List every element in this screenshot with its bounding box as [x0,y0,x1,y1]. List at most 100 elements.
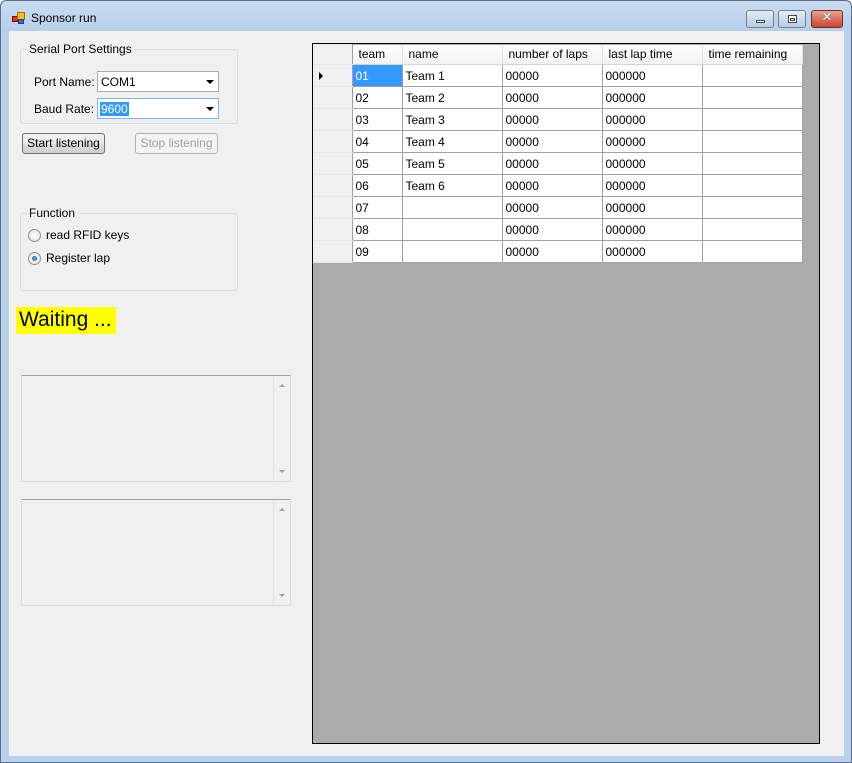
table-row[interactable]: 01 Team 1 00000 000000 [313,64,803,87]
row-header[interactable] [313,196,353,219]
scroll-down-icon[interactable] [279,470,285,473]
cell-last-lap-time[interactable]: 000000 [601,240,703,263]
row-header[interactable] [313,218,353,241]
register-lap-radio[interactable] [28,252,41,265]
group-legend: Serial Port Settings [27,42,134,56]
table-row[interactable]: 02 Team 2 00000 000000 [313,86,803,109]
cell-time-remaining[interactable] [701,196,803,219]
cell-name[interactable]: Team 4 [401,130,503,153]
row-header[interactable] [313,108,353,131]
cell-team[interactable]: 01 [351,64,403,87]
cell-team[interactable]: 06 [351,174,403,197]
table-row[interactable]: 08 00000 000000 [313,218,803,241]
cell-team[interactable]: 09 [351,240,403,263]
cell-time-remaining[interactable] [701,218,803,241]
cell-team[interactable]: 04 [351,130,403,153]
cell-last-lap-time[interactable]: 000000 [601,218,703,241]
scroll-up-icon[interactable] [279,384,285,387]
row-header[interactable] [313,130,353,153]
scroll-down-icon[interactable] [279,594,285,597]
cell-number-of-laps[interactable]: 00000 [501,196,603,219]
cell-last-lap-time[interactable]: 000000 [601,174,703,197]
row-header[interactable] [313,152,353,175]
column-header-number-of-laps[interactable]: number of laps [502,44,603,65]
cell-time-remaining[interactable] [701,86,803,109]
cell-name[interactable]: Team 3 [401,108,503,131]
cell-time-remaining[interactable] [701,152,803,175]
cell-team[interactable]: 03 [351,108,403,131]
cell-name[interactable]: Team 2 [401,86,503,109]
cell-name[interactable] [401,196,503,219]
group-legend: Function [27,206,78,220]
cell-number-of-laps[interactable]: 00000 [501,152,603,175]
title-bar[interactable]: Sponsor run ✕ [1,1,851,31]
cell-team[interactable]: 08 [351,218,403,241]
maximize-button[interactable] [778,10,806,28]
log-textbox-1[interactable] [21,375,291,482]
port-name-dropdown[interactable]: COM1 [97,71,219,92]
cell-number-of-laps[interactable]: 00000 [501,174,603,197]
cell-name[interactable]: Team 5 [401,152,503,175]
minimize-icon [756,20,765,23]
cell-team[interactable]: 05 [351,152,403,175]
cell-name[interactable]: Team 6 [401,174,503,197]
cell-last-lap-time[interactable]: 000000 [601,86,703,109]
current-row-arrow-icon [319,72,323,80]
cell-team[interactable]: 07 [351,196,403,219]
vertical-scrollbar[interactable] [273,376,290,481]
cell-last-lap-time[interactable]: 000000 [601,108,703,131]
stop-listening-button[interactable]: Stop listening [135,133,218,154]
cell-number-of-laps[interactable]: 00000 [501,218,603,241]
close-button[interactable]: ✕ [811,10,843,28]
cell-time-remaining[interactable] [701,108,803,131]
close-icon: ✕ [821,10,833,25]
teams-data-grid[interactable]: team name number of laps last lap time t… [312,43,820,744]
cell-time-remaining[interactable] [701,130,803,153]
cell-last-lap-time[interactable]: 000000 [601,152,703,175]
cell-name[interactable]: Team 1 [401,64,503,87]
baud-rate-dropdown[interactable]: 9600 [97,98,219,119]
cell-number-of-laps[interactable]: 00000 [501,130,603,153]
cell-time-remaining[interactable] [701,174,803,197]
cell-last-lap-time[interactable]: 000000 [601,130,703,153]
cell-time-remaining[interactable] [701,240,803,263]
cell-time-remaining[interactable] [701,64,803,87]
cell-name[interactable] [401,218,503,241]
chevron-down-icon [206,80,214,84]
cell-last-lap-time[interactable]: 000000 [601,64,703,87]
table-row[interactable]: 07 00000 000000 [313,196,803,219]
row-header[interactable] [313,86,353,109]
table-row[interactable]: 06 Team 6 00000 000000 [313,174,803,197]
row-header[interactable] [313,64,353,87]
minimize-button[interactable] [746,10,774,28]
cell-last-lap-time[interactable]: 000000 [601,196,703,219]
read-rfid-keys-label[interactable]: read RFID keys [46,228,129,242]
app-icon [12,12,26,24]
table-row[interactable]: 03 Team 3 00000 000000 [313,108,803,131]
column-header-name[interactable]: name [402,44,503,65]
vertical-scrollbar[interactable] [273,500,290,605]
row-header[interactable] [313,240,353,263]
row-header[interactable] [313,174,353,197]
column-header-last-lap-time[interactable]: last lap time [602,44,703,65]
table-row[interactable]: 09 00000 000000 [313,240,803,263]
column-header-time-remaining[interactable]: time remaining [702,44,803,65]
register-lap-label[interactable]: Register lap [46,251,110,265]
cell-number-of-laps[interactable]: 00000 [501,108,603,131]
cell-number-of-laps[interactable]: 00000 [501,64,603,87]
cell-number-of-laps[interactable]: 00000 [501,240,603,263]
cell-number-of-laps[interactable]: 00000 [501,86,603,109]
read-rfid-keys-radio[interactable] [28,229,41,242]
start-listening-button[interactable]: Start listening [22,133,105,154]
cell-name[interactable] [401,240,503,263]
column-header-team[interactable]: team [352,44,403,65]
log-textbox-2[interactable] [21,499,291,606]
table-row[interactable]: 04 Team 4 00000 000000 [313,130,803,153]
corner-header[interactable] [313,44,353,65]
cell-team[interactable]: 02 [351,86,403,109]
port-name-value: COM1 [101,75,136,89]
scroll-up-icon[interactable] [279,508,285,511]
table-row[interactable]: 05 Team 5 00000 000000 [313,152,803,175]
maximize-icon [788,15,797,23]
status-label: Waiting ... [16,307,116,334]
